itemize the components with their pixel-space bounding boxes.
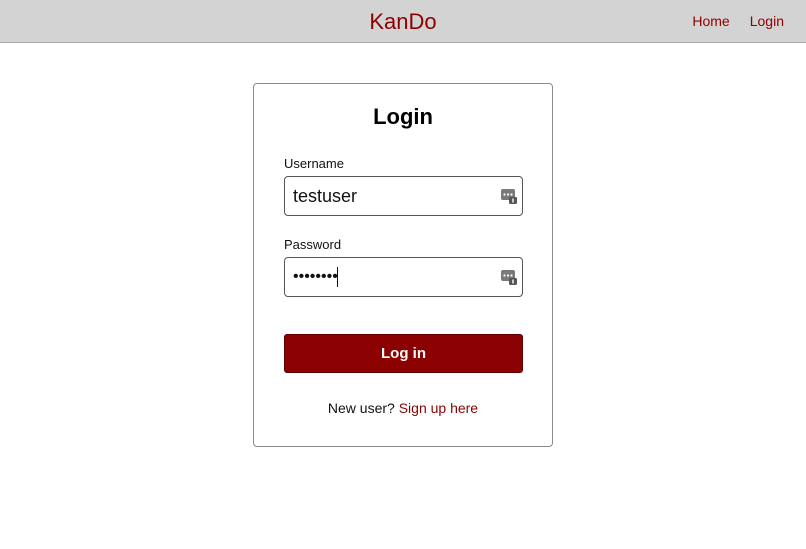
password-manager-icon[interactable] bbox=[500, 187, 518, 205]
username-input[interactable] bbox=[285, 177, 495, 215]
signup-link[interactable]: Sign up here bbox=[399, 400, 478, 416]
password-field-wrapper bbox=[284, 257, 523, 297]
password-label: Password bbox=[284, 237, 342, 252]
username-label: Username bbox=[284, 156, 344, 171]
nav-home-link[interactable]: Home bbox=[692, 13, 729, 29]
top-navbar: KanDo Home Login bbox=[0, 0, 806, 43]
login-title: Login bbox=[373, 104, 433, 129]
brand-name[interactable]: KanDo bbox=[369, 9, 436, 34]
nav-links: Home Login bbox=[692, 13, 784, 29]
login-card: Login Username Password Log in New user?… bbox=[253, 83, 553, 447]
signup-prompt-text: New user? bbox=[327, 400, 395, 416]
password-manager-icon[interactable] bbox=[500, 268, 518, 286]
text-caret bbox=[337, 267, 338, 287]
signup-prompt: New user? Sign up here bbox=[254, 400, 552, 416]
nav-login-link[interactable]: Login bbox=[750, 13, 784, 29]
login-button[interactable]: Log in bbox=[284, 334, 523, 373]
brand-logo-link: KanDo bbox=[0, 9, 806, 35]
username-field-wrapper bbox=[284, 176, 523, 216]
password-input[interactable] bbox=[285, 258, 495, 296]
